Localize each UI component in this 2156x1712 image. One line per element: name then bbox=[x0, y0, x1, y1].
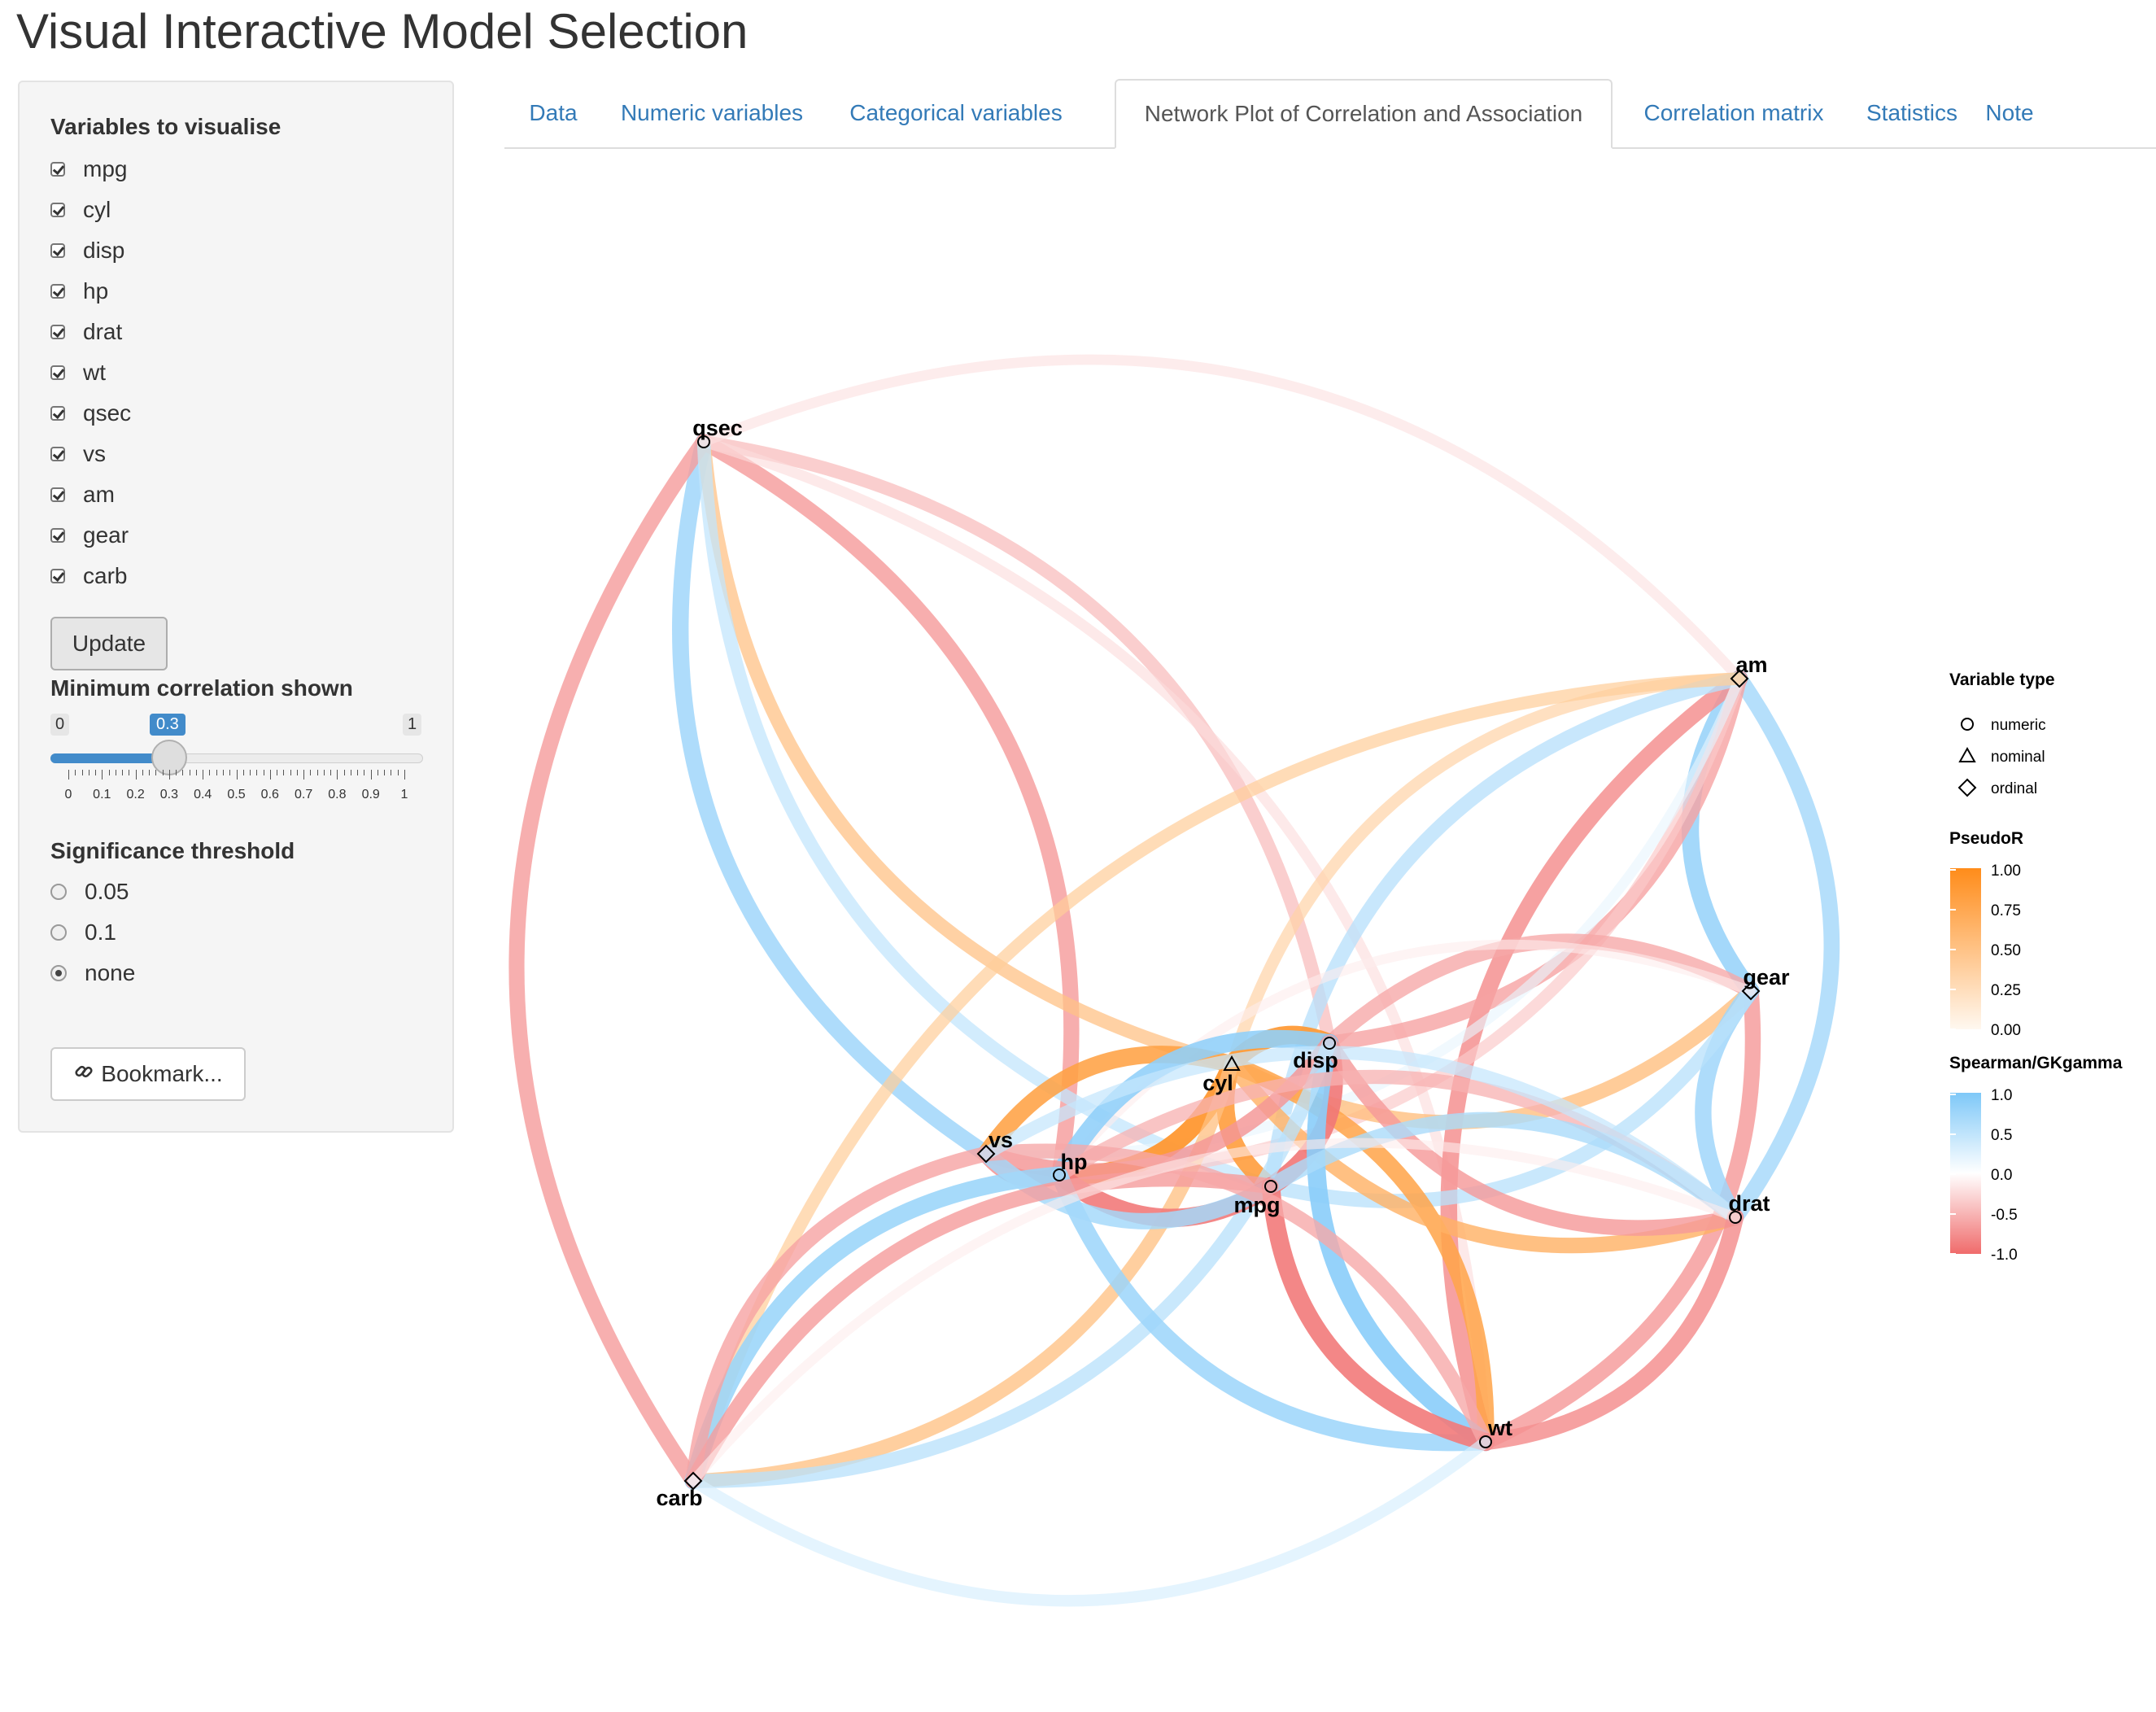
node-label: wt bbox=[1487, 1416, 1512, 1440]
node-label: hp bbox=[1061, 1150, 1088, 1174]
legend-type-label: nominal bbox=[1991, 749, 2045, 766]
colorbar-tick-label: 1.0 bbox=[1991, 1087, 2012, 1104]
node-label: cyl bbox=[1202, 1071, 1233, 1095]
colorbar-tick-label: -0.5 bbox=[1991, 1207, 2018, 1224]
colorbar-tick-label: -1.0 bbox=[1991, 1247, 2018, 1264]
node-label: carb bbox=[656, 1486, 702, 1510]
legend-triangle-icon bbox=[1958, 746, 1976, 762]
legend-type-label: ordinal bbox=[1991, 780, 2037, 797]
legend-pseudor-title: PseudoR bbox=[1949, 829, 2023, 848]
node-label: drat bbox=[1728, 1191, 1770, 1216]
edge-am-hp bbox=[1053, 672, 1746, 1181]
legend-circle-icon bbox=[1961, 718, 1974, 731]
node-label: qsec bbox=[692, 416, 743, 440]
edge-qsec-am bbox=[698, 354, 1745, 684]
colorbar-tick-label: 0.5 bbox=[1991, 1127, 2012, 1144]
colorbar-tick-label: 1.00 bbox=[1991, 863, 2021, 880]
legend-type-title: Variable type bbox=[1949, 670, 2055, 689]
colorbar-tick-label: 0.0 bbox=[1991, 1167, 2012, 1184]
edge-drat-carb bbox=[688, 1138, 1740, 1486]
node-label: mpg bbox=[1234, 1193, 1281, 1217]
colorbar-tick-label: 0.00 bbox=[1991, 1022, 2021, 1039]
legend-type-label: numeric bbox=[1991, 717, 2046, 734]
node-label: gear bbox=[1743, 965, 1790, 989]
node-label: am bbox=[1735, 653, 1767, 677]
node-label: vs bbox=[989, 1128, 1013, 1152]
network-plot: qsec am gear cyl disp vs hp mpg drat wt carb Varia… bbox=[508, 354, 2123, 1607]
colorbar-tick-label: 0.25 bbox=[1991, 982, 2021, 999]
legend-diamond-icon bbox=[1957, 778, 1977, 797]
node-label: disp bbox=[1293, 1048, 1338, 1072]
colorbar-tick-label: 0.50 bbox=[1991, 942, 2021, 959]
colorbar-tick-label: 0.75 bbox=[1991, 902, 2021, 919]
edge-qsec-wt bbox=[698, 436, 1491, 1448]
legend-spearman-title: Spearman/GKgamma bbox=[1949, 1054, 2123, 1072]
